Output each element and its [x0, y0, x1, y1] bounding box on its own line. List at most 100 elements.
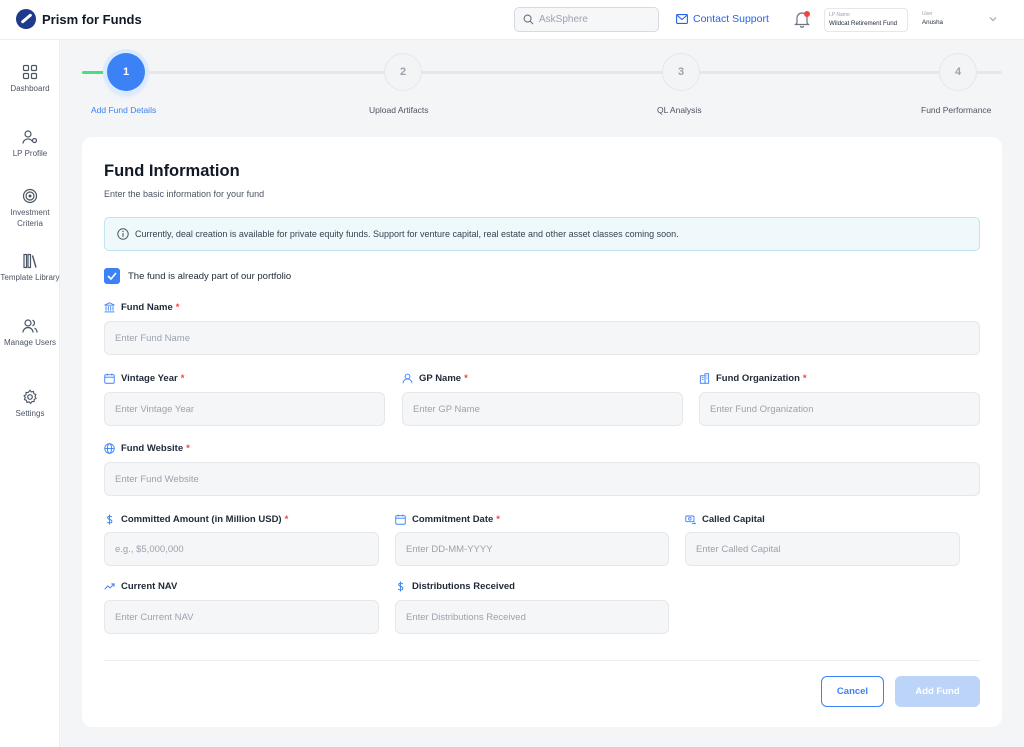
fund-information-card: Fund Information Enter the basic informa… [82, 137, 1002, 727]
sidebar-item-label: Settings [15, 409, 45, 418]
fund-organization-label-text: Fund Organization [716, 373, 800, 384]
stepper-track [82, 71, 1002, 74]
commitment-date-label: Commitment Date * [395, 514, 500, 525]
current-nav-label: Current NAV [104, 581, 177, 592]
commitment-date-label-text: Commitment Date [412, 514, 494, 525]
fund-name-input[interactable] [104, 321, 980, 355]
target-icon [22, 188, 38, 204]
committed-amount-label: Committed Amount (in Million USD) * [104, 514, 288, 525]
chevron-down-icon[interactable] [989, 16, 997, 22]
lp-selector-value: Wildcat Retirement Fund [829, 20, 898, 27]
sidebar-item-dashboard[interactable]: Dashboard [0, 64, 60, 94]
portfolio-checkbox-row: The fund is already part of our portfoli… [104, 268, 291, 284]
commitment-date-input[interactable] [395, 532, 669, 566]
required-marker: * [284, 514, 289, 525]
lp-selector-label: LP Name [829, 12, 850, 18]
required-marker: * [180, 373, 185, 384]
distributions-received-label: Distributions Received [395, 581, 515, 592]
building-icon [699, 373, 710, 384]
contact-support-link[interactable]: Contact Support [676, 13, 769, 25]
called-capital-input[interactable] [685, 532, 960, 566]
sidebar-item-lp-profile[interactable]: LP Profile [0, 129, 60, 159]
library-icon [23, 253, 37, 269]
info-icon [117, 228, 129, 240]
required-marker: * [464, 373, 468, 384]
committed-amount-input[interactable] [104, 532, 379, 566]
step-1-circle[interactable]: 1 [107, 53, 145, 91]
required-marker: * [496, 514, 500, 525]
page-subtitle: Enter the basic information for your fun… [104, 189, 265, 199]
bank-icon [104, 302, 115, 313]
prism-logo-icon [16, 9, 36, 29]
current-nav-input[interactable] [104, 600, 379, 634]
notification-dot [804, 11, 810, 17]
fund-name-label: Fund Name * [104, 302, 179, 313]
fund-website-input[interactable] [104, 462, 980, 496]
info-banner-text: Currently, deal creation is available fo… [135, 229, 679, 239]
step-4-label: Fund Performance [921, 105, 992, 115]
sidebar-item-template-library[interactable]: Template Library [0, 253, 60, 283]
sidebar-item-label: LP Profile [12, 149, 48, 158]
called-capital-label-text: Called Capital [702, 514, 765, 525]
vintage-year-label: Vintage Year * [104, 373, 184, 384]
step-4-circle[interactable]: 4 [939, 53, 977, 91]
required-marker: * [802, 373, 807, 384]
search-input[interactable] [539, 14, 654, 25]
user-icon [402, 373, 413, 384]
sidebar-item-investment-criteria[interactable]: Investment Criteria [0, 188, 60, 229]
step-2-label: Upload Artifacts [369, 105, 429, 115]
user-selector-label: User [922, 11, 933, 17]
fund-organization-label: Fund Organization * [699, 373, 807, 384]
fund-website-label: Fund Website * [104, 443, 190, 454]
current-nav-label-text: Current NAV [121, 581, 178, 592]
user-settings-icon [22, 130, 38, 144]
search-box[interactable] [514, 7, 659, 32]
sidebar-item-label: Dashboard [10, 84, 50, 93]
gear-icon [23, 389, 37, 405]
step-3-circle[interactable]: 3 [662, 53, 700, 91]
required-marker: * [186, 443, 190, 454]
called-capital-label: Called Capital [685, 514, 765, 525]
sidebar-item-label: Investment Criteria [10, 208, 50, 228]
sidebar-item-settings[interactable]: Settings [0, 389, 60, 419]
checkmark-icon [107, 272, 117, 280]
gp-name-label: GP Name * [402, 373, 468, 384]
portfolio-checkbox-label: The fund is already part of our portfoli… [128, 270, 292, 282]
fund-organization-input[interactable] [699, 392, 980, 426]
vintage-year-label-text: Vintage Year [121, 373, 178, 384]
contact-support-label: Contact Support [693, 13, 769, 25]
trending-up-icon [104, 583, 115, 590]
user-selector-value: Anusha [922, 19, 943, 26]
sidebar-item-label: Template Library [0, 273, 60, 282]
distributions-received-input[interactable] [395, 600, 669, 634]
dollar-icon [106, 514, 113, 525]
cash-transfer-icon [685, 515, 696, 525]
sidebar-item-label: Manage Users [3, 338, 57, 347]
vintage-year-input[interactable] [104, 392, 385, 426]
page-title: Fund Information [104, 162, 240, 180]
dollar-icon [397, 581, 404, 592]
step-2-circle[interactable]: 2 [384, 53, 422, 91]
form-divider [104, 660, 980, 661]
committed-amount-label-text: Committed Amount (in Million USD) [121, 514, 282, 525]
fund-website-label-text: Fund Website [121, 443, 184, 454]
portfolio-checkbox[interactable] [104, 268, 120, 284]
mail-icon [676, 14, 688, 24]
sidebar-item-manage-users[interactable]: Manage Users [0, 318, 60, 348]
grid-icon [22, 64, 38, 80]
fund-name-label-text: Fund Name [121, 302, 173, 313]
distributions-received-label-text: Distributions Received [412, 581, 515, 592]
cancel-button[interactable]: Cancel [821, 676, 884, 707]
users-icon [22, 319, 38, 333]
add-fund-button[interactable]: Add Fund [895, 676, 980, 707]
search-icon [523, 14, 534, 25]
required-marker: * [175, 302, 180, 313]
lp-selector[interactable]: LP Name Wildcat Retirement Fund [824, 8, 908, 32]
top-header: Prism for Funds Contact Support LP Name … [0, 0, 1024, 40]
calendar-icon [104, 373, 115, 384]
brand[interactable]: Prism for Funds [16, 9, 142, 29]
step-1-label: Add Fund Details [91, 105, 157, 115]
gp-name-label-text: GP Name [419, 373, 462, 384]
gp-name-input[interactable] [402, 392, 683, 426]
globe-icon [104, 443, 115, 454]
